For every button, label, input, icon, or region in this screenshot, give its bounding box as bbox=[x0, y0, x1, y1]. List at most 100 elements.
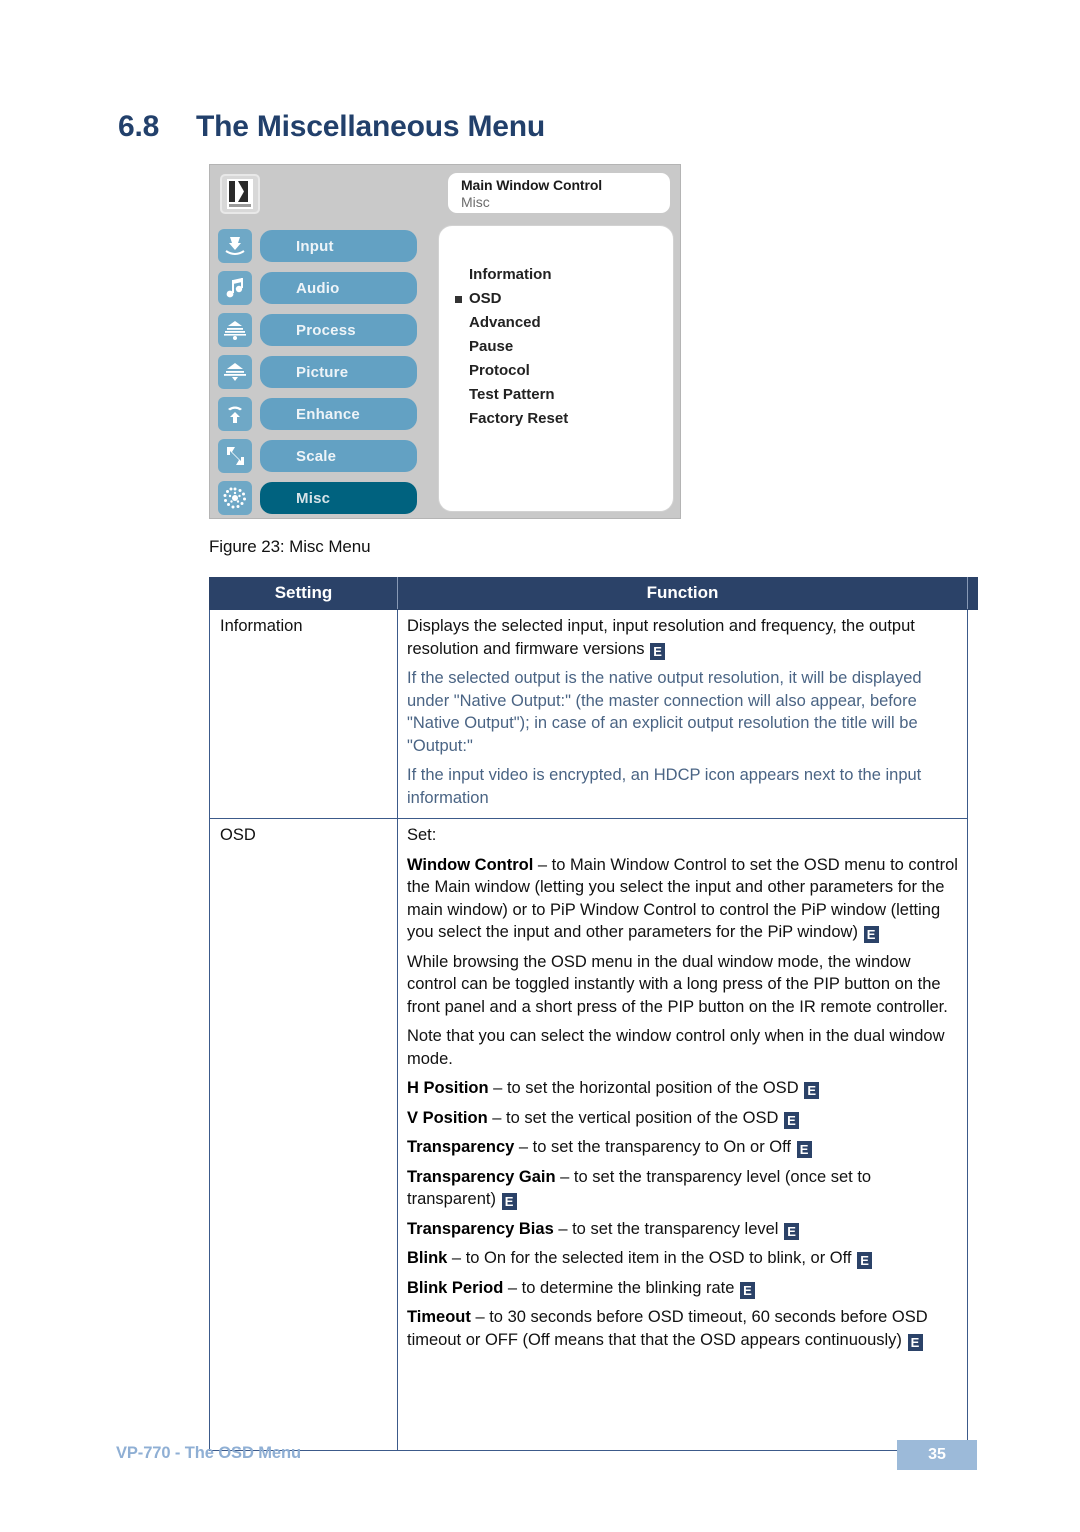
function-term: Transparency Bias bbox=[407, 1219, 554, 1238]
section-title: The Miscellaneous Menu bbox=[196, 110, 546, 143]
section-number: 6.8 bbox=[118, 110, 160, 143]
osd-menu-row-misc[interactable]: Misc bbox=[218, 477, 433, 519]
table-row: Information Displays the selected input, … bbox=[209, 609, 978, 819]
column-header-function: Function bbox=[397, 577, 968, 610]
function-cell: Set: Window Control – to Main Window Cont… bbox=[397, 818, 968, 1451]
function-paragraph: Transparency – to set the transparency t… bbox=[407, 1136, 959, 1159]
e-badge-icon: E bbox=[907, 1333, 923, 1351]
footer-page-number: 35 bbox=[897, 1440, 977, 1470]
function-paragraph: H Position – to set the horizontal posit… bbox=[407, 1077, 959, 1100]
function-text: – to On for the selected item in the OSD… bbox=[447, 1249, 857, 1267]
function-term: Blink bbox=[407, 1249, 448, 1267]
function-paragraph: Window Control – to Main Window Control … bbox=[407, 854, 959, 944]
submenu-item-factory-reset[interactable]: Factory Reset bbox=[455, 407, 673, 431]
function-text: Set: bbox=[407, 826, 437, 844]
figure-caption: Figure 23: Misc Menu bbox=[209, 537, 371, 556]
column-header-setting: Setting bbox=[209, 577, 398, 610]
submenu-item-protocol[interactable]: Protocol bbox=[455, 359, 673, 383]
function-paragraph: Blink – to On for the selected item in t… bbox=[407, 1247, 959, 1270]
function-text: While browsing the OSD menu in the dual … bbox=[407, 952, 948, 1016]
e-badge-icon: E bbox=[784, 1222, 800, 1240]
setting-cell: OSD bbox=[209, 818, 398, 1451]
osd-menu-column: Input Audio Process Picture Enhance Scal… bbox=[218, 225, 433, 519]
osd-menu-label[interactable]: Misc bbox=[260, 482, 417, 514]
function-paragraph: If the selected output is the native out… bbox=[407, 667, 959, 757]
function-term: Window Control bbox=[407, 855, 534, 874]
process-icon bbox=[218, 313, 252, 347]
function-term: H Position bbox=[407, 1079, 489, 1097]
kramer-logo-icon bbox=[220, 174, 260, 214]
osd-body: Input Audio Process Picture Enhance Scal… bbox=[210, 221, 680, 518]
column-header-spacer bbox=[967, 577, 978, 610]
osd-menu-row-process[interactable]: Process bbox=[218, 309, 433, 351]
spacer-cell bbox=[968, 610, 978, 819]
footer-title: VP-770 - The OSD Menu bbox=[116, 1444, 301, 1462]
function-paragraph: Transparency Gain – to set the transpare… bbox=[407, 1166, 959, 1211]
page-title: 6.8 The Miscellaneous Menu bbox=[118, 110, 545, 144]
table-row: OSD Set: Window Control – to Main Window C… bbox=[209, 818, 978, 1451]
osd-submenu-panel: Information OSD Advanced Pause Protocol … bbox=[438, 225, 674, 512]
function-text: – to 30 seconds before OSD timeout, 60 s… bbox=[407, 1308, 928, 1349]
table-header-row: Setting Function bbox=[209, 577, 978, 610]
function-term: Transparency bbox=[407, 1138, 515, 1156]
submenu-item-test-pattern[interactable]: Test Pattern bbox=[455, 383, 673, 407]
osd-menu-label[interactable]: Enhance bbox=[260, 398, 417, 430]
osd-menu-row-audio[interactable]: Audio bbox=[218, 267, 433, 309]
settings-table: Setting Function Information Displays the… bbox=[209, 577, 978, 1451]
function-paragraph: Displays the selected input, input resol… bbox=[407, 615, 959, 660]
function-paragraph: If the input video is encrypted, an HDCP… bbox=[407, 764, 959, 809]
osd-menu-label[interactable]: Input bbox=[260, 230, 417, 262]
submenu-item-information[interactable]: Information bbox=[455, 263, 673, 287]
osd-menu-row-picture[interactable]: Picture bbox=[218, 351, 433, 393]
function-paragraph: Set: bbox=[407, 824, 959, 847]
e-badge-icon: E bbox=[796, 1141, 812, 1158]
function-text: – to set the vertical position of the OS… bbox=[487, 1108, 783, 1127]
function-text: If the selected output is the native out… bbox=[407, 669, 922, 755]
e-badge-icon: E bbox=[863, 926, 879, 943]
osd-title-line2: Misc bbox=[461, 194, 490, 210]
document-page: 6.8 The Miscellaneous Menu Main Window C… bbox=[0, 0, 1080, 1532]
misc-icon bbox=[218, 481, 252, 515]
e-badge-icon: E bbox=[857, 1252, 873, 1269]
setting-cell: Information bbox=[209, 609, 398, 819]
e-badge-icon: E bbox=[650, 642, 666, 660]
function-text: – to set the transparency to On or Off bbox=[514, 1138, 796, 1156]
osd-menu-label[interactable]: Picture bbox=[260, 356, 417, 388]
osd-menu-row-input[interactable]: Input bbox=[218, 225, 433, 267]
osd-title-pill: Main Window Control Misc bbox=[448, 173, 670, 213]
input-icon bbox=[218, 229, 252, 263]
picture-icon bbox=[218, 355, 252, 389]
osd-menu-label[interactable]: Process bbox=[260, 314, 417, 346]
function-paragraph: Note that you can select the window cont… bbox=[407, 1025, 959, 1070]
e-badge-icon: E bbox=[784, 1111, 799, 1129]
enhance-icon bbox=[218, 397, 252, 431]
e-badge-icon: E bbox=[804, 1082, 820, 1099]
function-term: Timeout bbox=[407, 1308, 471, 1326]
function-paragraph: Timeout – to 30 seconds before OSD timeo… bbox=[407, 1306, 959, 1351]
function-term: V Position bbox=[407, 1108, 488, 1127]
e-badge-icon: E bbox=[501, 1193, 517, 1210]
osd-menu-row-scale[interactable]: Scale bbox=[218, 435, 433, 477]
table-body: Information Displays the selected input, … bbox=[209, 609, 978, 1451]
osd-menu-label[interactable]: Scale bbox=[260, 440, 417, 472]
osd-top-bar: Main Window Control Misc bbox=[210, 165, 680, 221]
submenu-item-osd[interactable]: OSD bbox=[455, 287, 673, 311]
submenu-item-advanced[interactable]: Advanced bbox=[455, 311, 673, 335]
osd-menu-row-enhance[interactable]: Enhance bbox=[218, 393, 433, 435]
function-term: Transparency Gain bbox=[407, 1167, 556, 1186]
function-text: If the input video is encrypted, an HDCP… bbox=[407, 766, 922, 807]
osd-screenshot-figure: Main Window Control Misc Input Audio Pro… bbox=[209, 164, 681, 519]
submenu-item-pause[interactable]: Pause bbox=[455, 335, 673, 359]
function-paragraph: Blink Period – to determine the blinking… bbox=[407, 1277, 959, 1300]
osd-title-line1: Main Window Control bbox=[461, 177, 603, 193]
e-badge-icon: E bbox=[740, 1281, 756, 1299]
cell-filler bbox=[407, 1351, 959, 1441]
audio-note-icon bbox=[218, 271, 252, 305]
scale-icon bbox=[218, 439, 252, 473]
function-paragraph: V Position – to set the vertical positio… bbox=[407, 1107, 959, 1130]
spacer-cell bbox=[968, 819, 978, 1451]
osd-menu-label[interactable]: Audio bbox=[260, 272, 417, 304]
function-paragraph: Transparency Bias – to set the transpare… bbox=[407, 1218, 959, 1241]
function-text: – to determine the blinking rate bbox=[503, 1278, 740, 1297]
function-paragraph: While browsing the OSD menu in the dual … bbox=[407, 951, 959, 1019]
